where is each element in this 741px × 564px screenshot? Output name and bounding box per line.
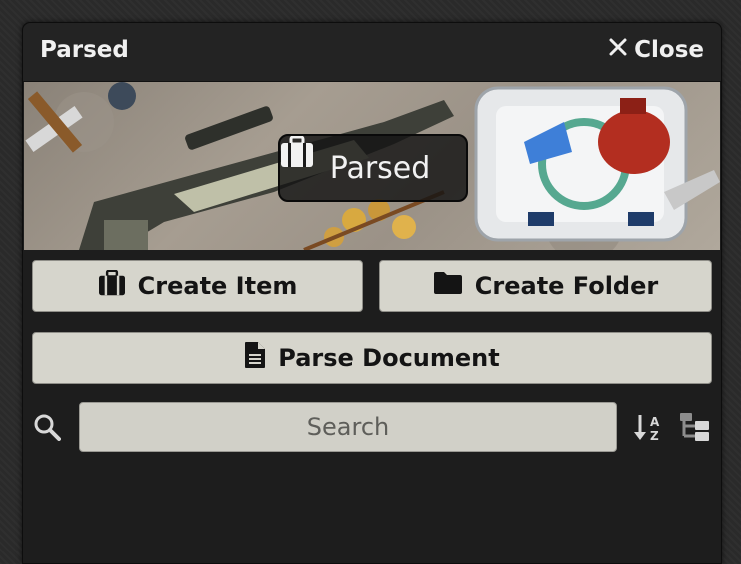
search-icon — [33, 413, 61, 445]
header-banner-image: Parsed — [24, 82, 720, 250]
parse-document-button[interactable]: Parse Document — [32, 332, 712, 384]
search-input[interactable] — [79, 402, 617, 452]
panel-header: Parsed Close — [23, 23, 721, 82]
close-icon — [608, 37, 628, 63]
sort-alpha-icon[interactable]: A Z — [633, 412, 663, 446]
parse-document-label: Parse Document — [278, 344, 500, 372]
document-icon — [244, 341, 266, 375]
folder-icon — [433, 271, 463, 301]
create-folder-label: Create Folder — [474, 272, 659, 300]
banner-title: Parsed — [278, 134, 468, 202]
briefcase-icon — [98, 269, 126, 302]
banner-title-text: Parsed — [329, 150, 431, 186]
svg-text:A: A — [650, 415, 660, 429]
panel-title: Parsed — [40, 37, 129, 63]
create-item-label: Create Item — [137, 272, 298, 300]
folder-tree-icon[interactable] — [679, 412, 711, 446]
close-label: Close — [634, 37, 704, 63]
close-button[interactable]: Close — [608, 37, 704, 63]
create-item-button[interactable]: Create Item — [32, 260, 363, 312]
parsed-directory-panel: Parsed Close Parsed Create Item Create F… — [22, 22, 722, 564]
create-folder-button[interactable]: Create Folder — [379, 260, 712, 312]
svg-text:Z: Z — [650, 429, 659, 442]
